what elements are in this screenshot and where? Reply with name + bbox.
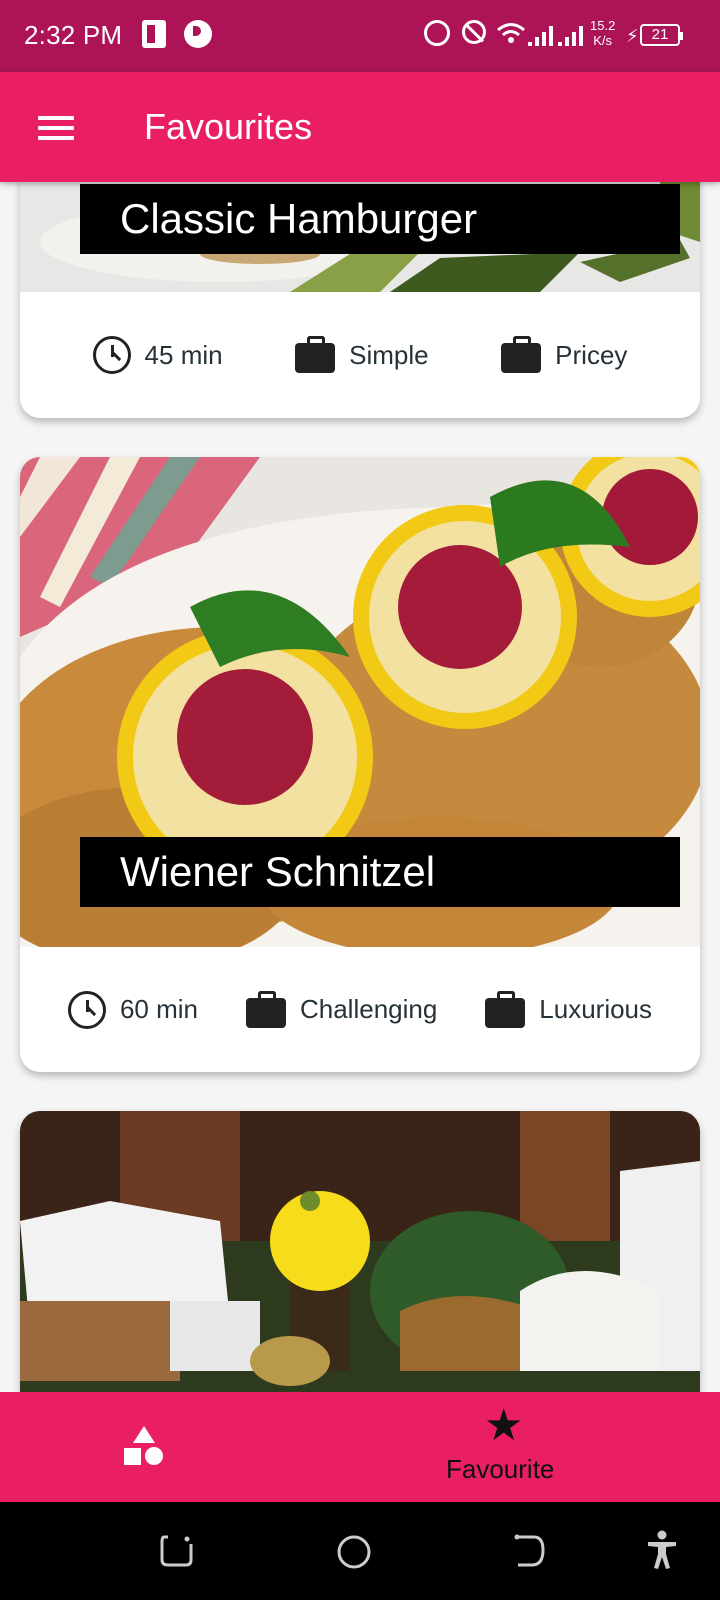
meal-title: Classic Hamburger <box>80 184 680 254</box>
meal-title: Wiener Schnitzel <box>80 837 680 907</box>
duration: 60 min <box>67 990 199 1029</box>
complexity: Challenging <box>245 990 438 1028</box>
speed-unit: K/s <box>593 33 613 48</box>
duration-label: 45 min <box>144 339 223 370</box>
meal-image <box>20 1111 700 1392</box>
complexity-label: Simple <box>349 339 429 370</box>
affordability-label: Luxurious <box>539 994 653 1024</box>
publisher-icon <box>142 20 166 48</box>
battery-icon: 21 <box>640 24 683 46</box>
nav-favourite-label: Favourite <box>446 1454 555 1484</box>
complexity: Simple <box>295 336 429 373</box>
charging-icon: ⚡ <box>626 26 639 46</box>
meal-list[interactable]: Classic Hamburger 45 min Simple Pricey W… <box>0 182 720 1392</box>
complexity-label: Challenging <box>299 994 438 1024</box>
meal-meta: 60 min Challenging Luxurious <box>20 947 700 1072</box>
clock-icon <box>92 336 131 374</box>
status-bar: 2:32 PM 15.2 K/s ⚡ 21 <box>0 0 720 72</box>
briefcase-icon <box>245 990 286 1028</box>
category-icon <box>124 1426 163 1465</box>
do-not-disturb-icon <box>462 20 486 44</box>
briefcase-icon <box>485 990 526 1028</box>
wifi-icon <box>497 23 525 43</box>
duration-label: 60 min <box>119 994 199 1024</box>
page-title: Favourites <box>144 106 313 147</box>
nav-favourite[interactable]: ★ Favourite <box>360 1392 720 1502</box>
affordability: Luxurious <box>485 990 653 1028</box>
recents-icon[interactable] <box>160 1534 194 1568</box>
meal-card[interactable]: Wiener Schnitzel 60 min Challenging Luxu… <box>20 457 700 1072</box>
menu-icon[interactable] <box>38 116 74 142</box>
affordability-label: Pricey <box>555 339 628 370</box>
home-icon[interactable] <box>336 1534 372 1570</box>
p-icon <box>184 20 212 48</box>
back-icon[interactable] <box>512 1534 546 1568</box>
alarm-icon <box>424 20 450 46</box>
meal-card[interactable] <box>20 1111 700 1392</box>
signal-icon <box>528 24 553 46</box>
status-time: 2:32 PM <box>24 20 123 50</box>
speed-value: 15.2 <box>590 18 616 33</box>
nav-categories[interactable] <box>0 1392 360 1502</box>
accessibility-icon[interactable] <box>646 1530 678 1570</box>
briefcase-icon <box>295 336 336 373</box>
system-navigation <box>0 1502 720 1600</box>
meal-image: Classic Hamburger <box>20 182 700 292</box>
bottom-navigation: ★ Favourite <box>0 1392 720 1502</box>
meal-meta: 45 min Simple Pricey <box>20 292 700 418</box>
star-icon: ★ <box>484 1401 524 1450</box>
app-bar: Favourites <box>0 72 720 182</box>
meal-card[interactable]: Classic Hamburger 45 min Simple Pricey <box>20 182 700 418</box>
network-speed: 15.2 K/s <box>590 18 615 48</box>
meal-image: Wiener Schnitzel <box>20 457 700 947</box>
affordability: Pricey <box>501 336 628 373</box>
signal-icon <box>558 24 583 46</box>
clock-icon <box>67 990 106 1029</box>
duration: 45 min <box>92 336 223 374</box>
briefcase-icon <box>501 336 542 373</box>
